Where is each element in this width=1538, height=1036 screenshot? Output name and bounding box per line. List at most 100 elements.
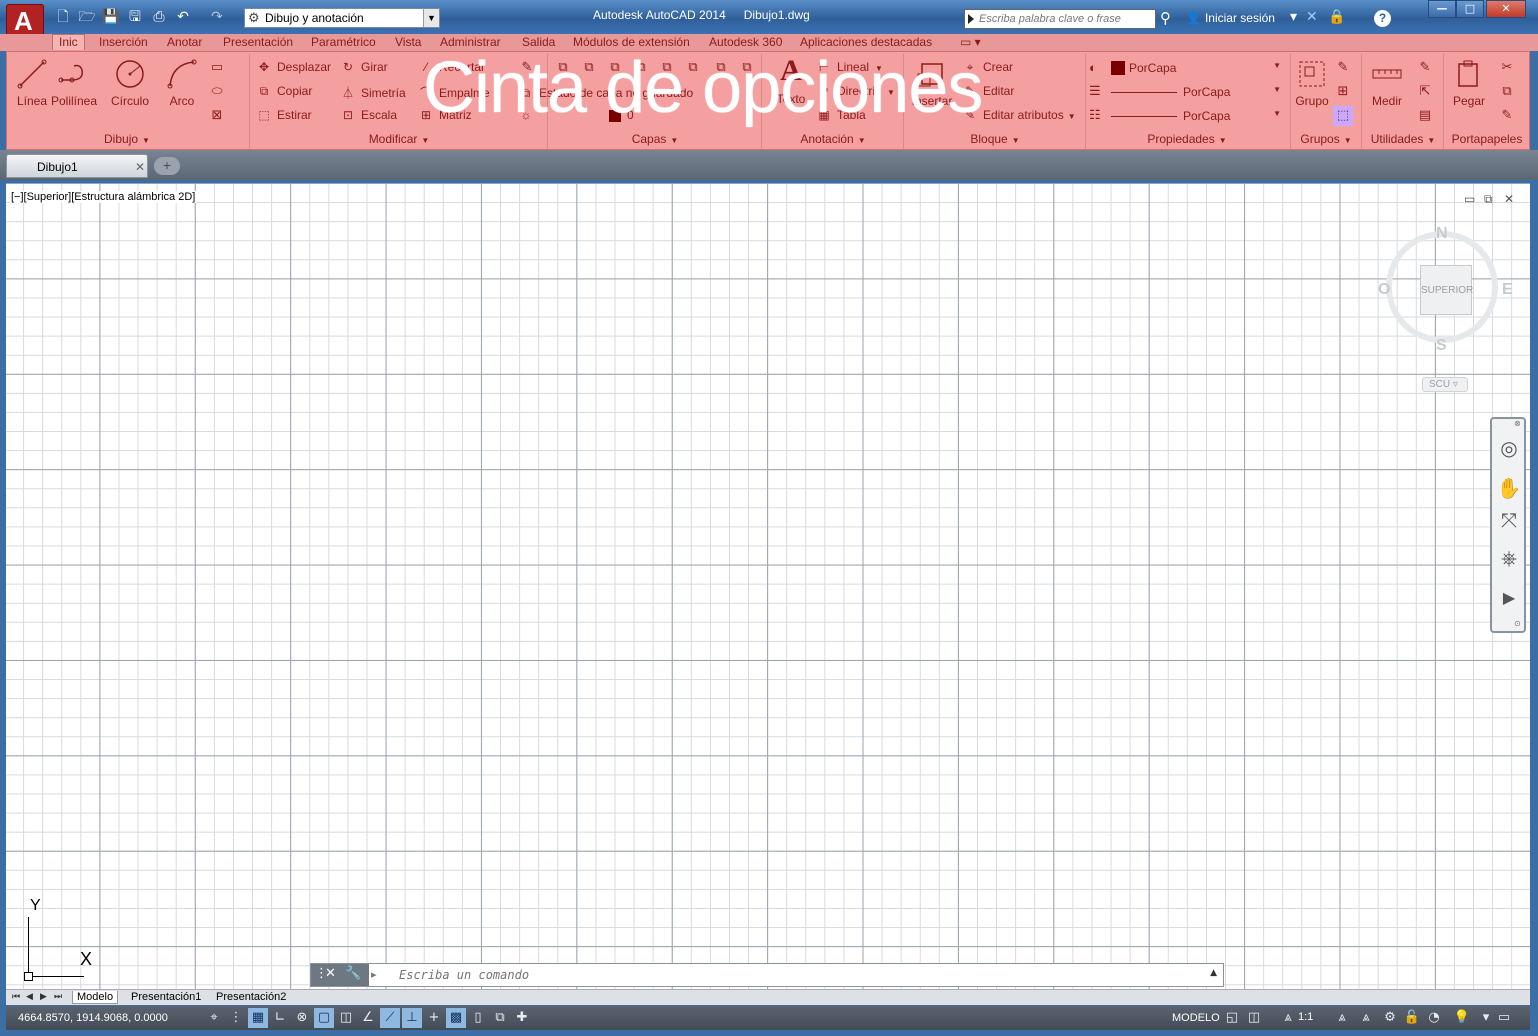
snap-icon[interactable]: ⋮ xyxy=(226,1008,246,1028)
redo-icon[interactable]: ↷ xyxy=(208,9,226,26)
signin-button[interactable]: 👤 Iniciar sesión xyxy=(1186,11,1275,25)
tab-vista[interactable]: Vista xyxy=(395,35,421,51)
exchange-icon[interactable]: ✕ xyxy=(1306,9,1318,25)
command-input[interactable] xyxy=(399,966,1199,984)
drawing-area[interactable]: [−][Superior][Estructura alámbrica 2D] ▭… xyxy=(6,183,1530,989)
quick-properties-icon[interactable]: ▯ xyxy=(468,1008,488,1028)
scale-button[interactable]: ⊡ Escala xyxy=(341,108,397,122)
close-button[interactable]: ✕ xyxy=(1486,0,1526,18)
measure-button[interactable]: Medir xyxy=(1365,58,1409,108)
viewport-close-icon[interactable]: ✕ xyxy=(1504,192,1514,206)
panel-dibujo-title[interactable]: Dibujo ▼ xyxy=(7,132,247,149)
new-document-button[interactable]: + xyxy=(154,157,180,175)
stretch-button[interactable]: ⬚ Estirar xyxy=(257,108,311,122)
quick-view-drawings-icon[interactable]: ◫ xyxy=(1244,1008,1264,1028)
workspace-switching-icon[interactable]: ⚙ xyxy=(1380,1008,1400,1028)
save-icon[interactable]: 💾 xyxy=(102,9,120,26)
open-icon[interactable]: 🗁 xyxy=(78,9,96,26)
viewport-minimize-icon[interactable]: ▭ xyxy=(1464,192,1475,206)
copy-clip-icon[interactable]: ⧉ xyxy=(1497,82,1517,102)
select-all-icon[interactable]: ⇱ xyxy=(1415,82,1435,102)
viewcube[interactable]: SUPERIOR N S E O SCU ▿ xyxy=(1378,223,1514,393)
chevron-down-icon[interactable]: ▼ xyxy=(423,9,439,27)
last-tab-icon[interactable]: ⏭ xyxy=(54,992,62,1002)
prev-tab-icon[interactable]: ◀ xyxy=(26,992,33,1002)
grid-icon[interactable]: ▦ xyxy=(248,1008,268,1028)
annotation-visibility-icon[interactable]: ⩓ xyxy=(1332,1008,1352,1028)
copy-button[interactable]: ⧉ Copiar xyxy=(257,84,313,99)
polar-icon[interactable]: ⊗ xyxy=(292,1008,312,1028)
panel-grupos-title[interactable]: Grupos ▼ xyxy=(1291,132,1361,149)
wrench-icon[interactable]: 🔧 xyxy=(345,966,361,981)
auto-scale-icon[interactable]: ⩓ xyxy=(1356,1008,1376,1028)
new-icon[interactable]: 🗋 xyxy=(54,9,72,26)
chevron-down-icon[interactable]: ▼ xyxy=(1273,85,1281,94)
tab-parametrico[interactable]: Paramétrico xyxy=(311,35,376,51)
annotation-monitor-icon[interactable]: ✚ xyxy=(512,1008,532,1028)
close-icon[interactable]: ⊗ xyxy=(1514,419,1521,428)
compass-south[interactable]: S xyxy=(1436,337,1447,355)
pan-icon[interactable]: ✋ xyxy=(1496,475,1522,501)
compass-north[interactable]: N xyxy=(1436,225,1448,243)
quick-select-icon[interactable]: ✎ xyxy=(1415,58,1435,78)
ucs-menu[interactable]: SCU ▿ xyxy=(1422,377,1468,392)
undo-icon[interactable]: ↶ xyxy=(174,9,192,26)
command-line-grip[interactable]: ⋮ ✕ 🔧 xyxy=(311,964,369,986)
tab-inicio[interactable]: Inic xyxy=(52,34,85,50)
viewport-restore-icon[interactable]: ⧉ xyxy=(1484,192,1493,207)
panel-propiedades-title[interactable]: Propiedades ▼ xyxy=(1087,132,1287,149)
lineweight-toggle-icon[interactable]: + xyxy=(424,1008,444,1028)
options-icon[interactable]: ⊙ xyxy=(1514,619,1521,628)
panel-modificar-title[interactable]: Modificar ▼ xyxy=(251,132,547,149)
cut-icon[interactable]: ✂ xyxy=(1497,58,1517,78)
rotate-button[interactable]: ↻ Girar xyxy=(341,60,388,74)
panel-anotacion-title[interactable]: Anotación ▼ xyxy=(763,132,903,149)
panel-utilidades-title[interactable]: Utilidades ▼ xyxy=(1363,132,1443,149)
showmotion-icon[interactable]: ▶ xyxy=(1496,585,1522,611)
orbit-icon[interactable]: ⎈ xyxy=(1496,545,1522,571)
infer-constraints-icon[interactable]: ⌖ xyxy=(204,1008,224,1028)
search-input[interactable]: Escriba palabra clave o frase xyxy=(964,9,1156,29)
lock-icon[interactable]: 🔒 xyxy=(1328,9,1345,25)
circle-button[interactable]: Círculo xyxy=(105,58,155,108)
arc-button[interactable]: Arco xyxy=(163,58,201,108)
chevron-down-icon[interactable]: ▼ xyxy=(1273,109,1281,118)
tab-modelo[interactable]: Modelo xyxy=(72,991,119,1004)
group-selection-icon[interactable]: ⬚ xyxy=(1333,106,1353,126)
quick-view-layouts-icon[interactable]: ◱ xyxy=(1222,1008,1242,1028)
selection-cycling-icon[interactable]: ⧉ xyxy=(490,1008,510,1028)
mirror-button[interactable]: ⏃ Simetría xyxy=(341,84,406,101)
hardware-acceleration-icon[interactable]: ◔ xyxy=(1424,1008,1444,1028)
tab-insercion[interactable]: Inserción xyxy=(99,35,148,51)
model-space-toggle[interactable]: MODELO xyxy=(1172,1012,1220,1024)
save-as-icon[interactable]: 🖫 xyxy=(126,9,144,26)
panel-bloque-title[interactable]: Bloque ▼ xyxy=(905,132,1085,149)
ortho-icon[interactable]: ∟ xyxy=(270,1008,290,1028)
transparency-icon[interactable]: ▩ xyxy=(446,1008,466,1028)
chevron-up-icon[interactable]: ▲ xyxy=(1210,968,1217,978)
otrack-icon[interactable]: ∠ xyxy=(358,1008,378,1028)
move-button[interactable]: ✥ Desplazar xyxy=(257,60,331,74)
ungroup-icon[interactable]: ✎ xyxy=(1333,58,1353,78)
3d-osnap-icon[interactable]: ◫ xyxy=(336,1008,356,1028)
panel-portapapeles-title[interactable]: Portapapeles xyxy=(1445,132,1529,149)
linetype-select[interactable]: ☰ PorCapa ▼ xyxy=(1089,82,1285,102)
viewcube-face[interactable]: SUPERIOR xyxy=(1420,265,1473,315)
line-button[interactable]: Línea xyxy=(11,58,53,108)
next-tab-icon[interactable]: ▶ xyxy=(40,992,47,1002)
expand-arrow-icon[interactable] xyxy=(968,14,974,24)
tab-presentacion[interactable]: Presentación xyxy=(223,35,293,51)
rectangle-icon[interactable]: ▭ xyxy=(207,58,227,78)
command-prompt-icon[interactable]: ▸ xyxy=(371,968,377,981)
isolate-objects-icon[interactable]: 💡 xyxy=(1452,1008,1472,1028)
osnap-icon[interactable]: ▢ xyxy=(314,1008,334,1028)
viewport-controls-label[interactable]: [−][Superior][Estructura alámbrica 2D] xyxy=(10,191,197,203)
workspace-select[interactable]: ⚙ Dibujo y anotación ▼ xyxy=(244,8,440,28)
chevron-down-icon[interactable]: ▼ xyxy=(1273,61,1281,70)
group-button[interactable]: Grupo xyxy=(1291,58,1333,108)
close-icon[interactable]: ✕ xyxy=(135,160,145,174)
annotation-scale-value[interactable]: 1:1 xyxy=(1298,1011,1313,1023)
plot-icon[interactable]: ⎙ xyxy=(150,9,168,26)
match-properties-icon[interactable]: ✎ xyxy=(1497,106,1517,126)
tab-presentacion1[interactable]: Presentación1 xyxy=(131,991,201,1003)
